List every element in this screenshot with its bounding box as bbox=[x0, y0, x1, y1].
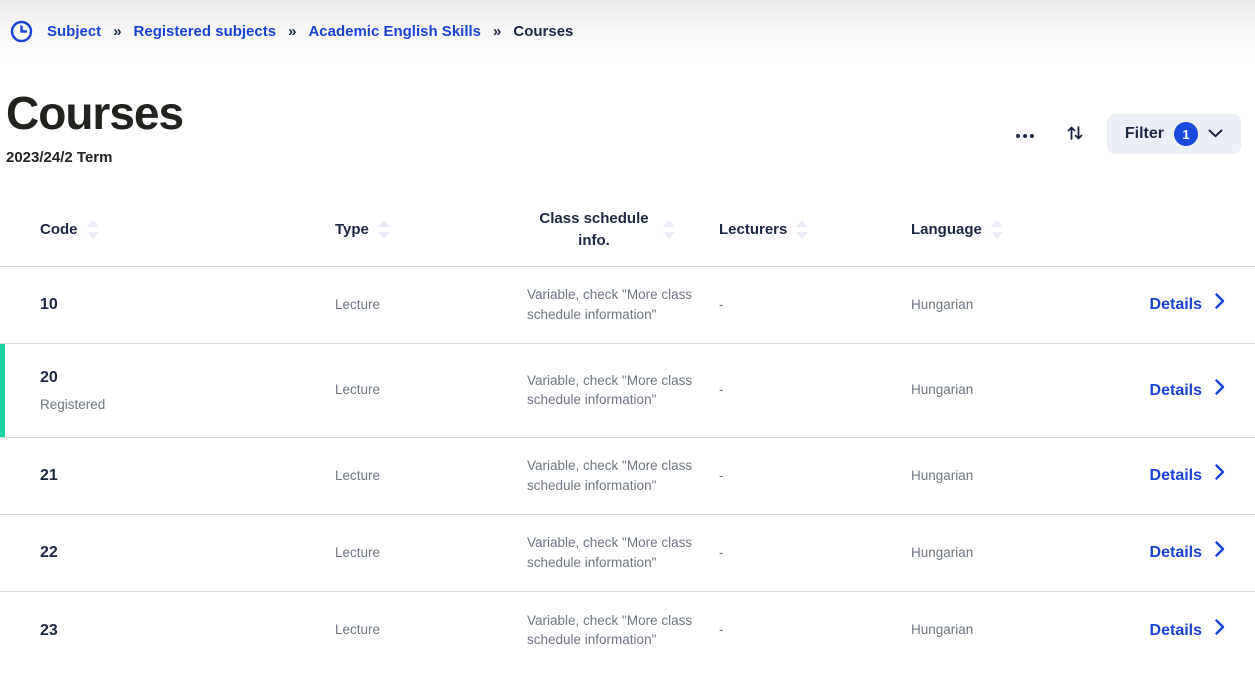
column-header-language[interactable]: Language bbox=[911, 219, 1103, 241]
details-label: Details bbox=[1150, 293, 1202, 316]
column-header-class-schedule-info[interactable]: Class schedule info. bbox=[527, 208, 719, 252]
course-code: 10 bbox=[40, 293, 335, 316]
course-type: Lecture bbox=[335, 380, 527, 400]
breadcrumb-current-courses: Courses bbox=[513, 23, 573, 40]
sort-arrows-icon bbox=[795, 219, 809, 241]
table-row: 20 Registered Lecture Variable, check "M… bbox=[0, 344, 1255, 438]
column-header-type[interactable]: Type bbox=[335, 219, 527, 241]
table-row: 22 Lecture Variable, check "More class s… bbox=[0, 515, 1255, 592]
chevron-right-icon bbox=[1215, 619, 1225, 642]
breadcrumb-separator: » bbox=[493, 23, 501, 40]
courses-table: Code Type Class schedule info. bbox=[0, 194, 1255, 669]
filter-label: Filter bbox=[1125, 125, 1164, 143]
sort-arrows-icon bbox=[86, 219, 100, 241]
language: Hungarian bbox=[911, 295, 1103, 315]
chevron-right-icon bbox=[1215, 464, 1225, 487]
sort-arrows-icon bbox=[662, 219, 676, 241]
clock-icon bbox=[10, 20, 33, 43]
class-schedule-info: Variable, check "More class schedule inf… bbox=[527, 285, 705, 324]
course-type: Lecture bbox=[335, 543, 527, 563]
page-title: Courses bbox=[6, 88, 183, 139]
sort-button[interactable] bbox=[1057, 116, 1093, 152]
code-cell: 23 bbox=[0, 619, 335, 642]
breadcrumb: Subject » Registered subjects » Academic… bbox=[10, 20, 573, 43]
details-link[interactable]: Details bbox=[1150, 379, 1225, 402]
table-body: 10 Lecture Variable, check "More class s… bbox=[0, 267, 1255, 669]
table-row: 10 Lecture Variable, check "More class s… bbox=[0, 267, 1255, 344]
course-code: 21 bbox=[40, 464, 335, 487]
table-header-row: Code Type Class schedule info. bbox=[0, 194, 1255, 267]
term-label: 2023/24/2 Term bbox=[6, 149, 183, 166]
column-header-code[interactable]: Code bbox=[0, 219, 335, 241]
breadcrumb-separator: » bbox=[288, 23, 296, 40]
page-header: Courses 2023/24/2 Term Filter 1 bbox=[0, 62, 1255, 166]
language: Hungarian bbox=[911, 543, 1103, 563]
code-cell: 10 bbox=[0, 293, 335, 316]
class-schedule-info: Variable, check "More class schedule inf… bbox=[527, 371, 705, 410]
ellipsis-icon bbox=[1015, 127, 1035, 142]
lecturers: - bbox=[719, 466, 911, 486]
breadcrumb-bar: Subject » Registered subjects » Academic… bbox=[0, 0, 1255, 62]
details-label: Details bbox=[1150, 541, 1202, 564]
filter-count-badge: 1 bbox=[1174, 122, 1198, 146]
lecturers: - bbox=[719, 620, 911, 640]
details-cell: Details bbox=[1103, 464, 1255, 487]
sort-up-down-icon bbox=[1066, 124, 1084, 145]
table-row: 21 Lecture Variable, check "More class s… bbox=[0, 438, 1255, 515]
chevron-right-icon bbox=[1215, 541, 1225, 564]
sort-arrows-icon bbox=[990, 219, 1004, 241]
details-cell: Details bbox=[1103, 293, 1255, 316]
course-type: Lecture bbox=[335, 620, 527, 640]
filter-button[interactable]: Filter 1 bbox=[1107, 114, 1241, 154]
breadcrumb-subject[interactable]: Subject bbox=[47, 23, 101, 40]
code-cell: 22 bbox=[0, 541, 335, 564]
details-label: Details bbox=[1150, 619, 1202, 642]
column-header-lecturers[interactable]: Lecturers bbox=[719, 219, 911, 241]
toolbar: Filter 1 bbox=[1007, 114, 1241, 154]
course-code: 22 bbox=[40, 541, 335, 564]
registered-status-label: Registered bbox=[40, 395, 335, 415]
breadcrumb-registered-subjects[interactable]: Registered subjects bbox=[134, 23, 277, 40]
language: Hungarian bbox=[911, 466, 1103, 486]
details-link[interactable]: Details bbox=[1150, 619, 1225, 642]
breadcrumb-academic-english-skills[interactable]: Academic English Skills bbox=[308, 23, 481, 40]
chevron-right-icon bbox=[1215, 379, 1225, 402]
registered-indicator bbox=[0, 344, 5, 437]
code-cell: 20 Registered bbox=[0, 366, 335, 415]
chevron-down-icon bbox=[1208, 125, 1223, 143]
course-code: 20 bbox=[40, 366, 335, 389]
details-cell: Details bbox=[1103, 541, 1255, 564]
course-type: Lecture bbox=[335, 466, 527, 486]
course-code: 23 bbox=[40, 619, 335, 642]
course-type: Lecture bbox=[335, 295, 527, 315]
lecturers: - bbox=[719, 295, 911, 315]
details-link[interactable]: Details bbox=[1150, 293, 1225, 316]
class-schedule-info: Variable, check "More class schedule inf… bbox=[527, 456, 705, 495]
language: Hungarian bbox=[911, 380, 1103, 400]
lecturers: - bbox=[719, 380, 911, 400]
details-link[interactable]: Details bbox=[1150, 464, 1225, 487]
title-block: Courses 2023/24/2 Term bbox=[6, 88, 183, 166]
details-cell: Details bbox=[1103, 379, 1255, 402]
details-link[interactable]: Details bbox=[1150, 541, 1225, 564]
table-row: 23 Lecture Variable, check "More class s… bbox=[0, 592, 1255, 669]
chevron-right-icon bbox=[1215, 293, 1225, 316]
lecturers: - bbox=[719, 543, 911, 563]
details-label: Details bbox=[1150, 464, 1202, 487]
details-label: Details bbox=[1150, 379, 1202, 402]
class-schedule-info: Variable, check "More class schedule inf… bbox=[527, 533, 705, 572]
language: Hungarian bbox=[911, 620, 1103, 640]
more-options-button[interactable] bbox=[1007, 116, 1043, 152]
details-cell: Details bbox=[1103, 619, 1255, 642]
breadcrumb-separator: » bbox=[113, 23, 121, 40]
class-schedule-info: Variable, check "More class schedule inf… bbox=[527, 611, 705, 650]
sort-arrows-icon bbox=[377, 219, 391, 241]
code-cell: 21 bbox=[0, 464, 335, 487]
